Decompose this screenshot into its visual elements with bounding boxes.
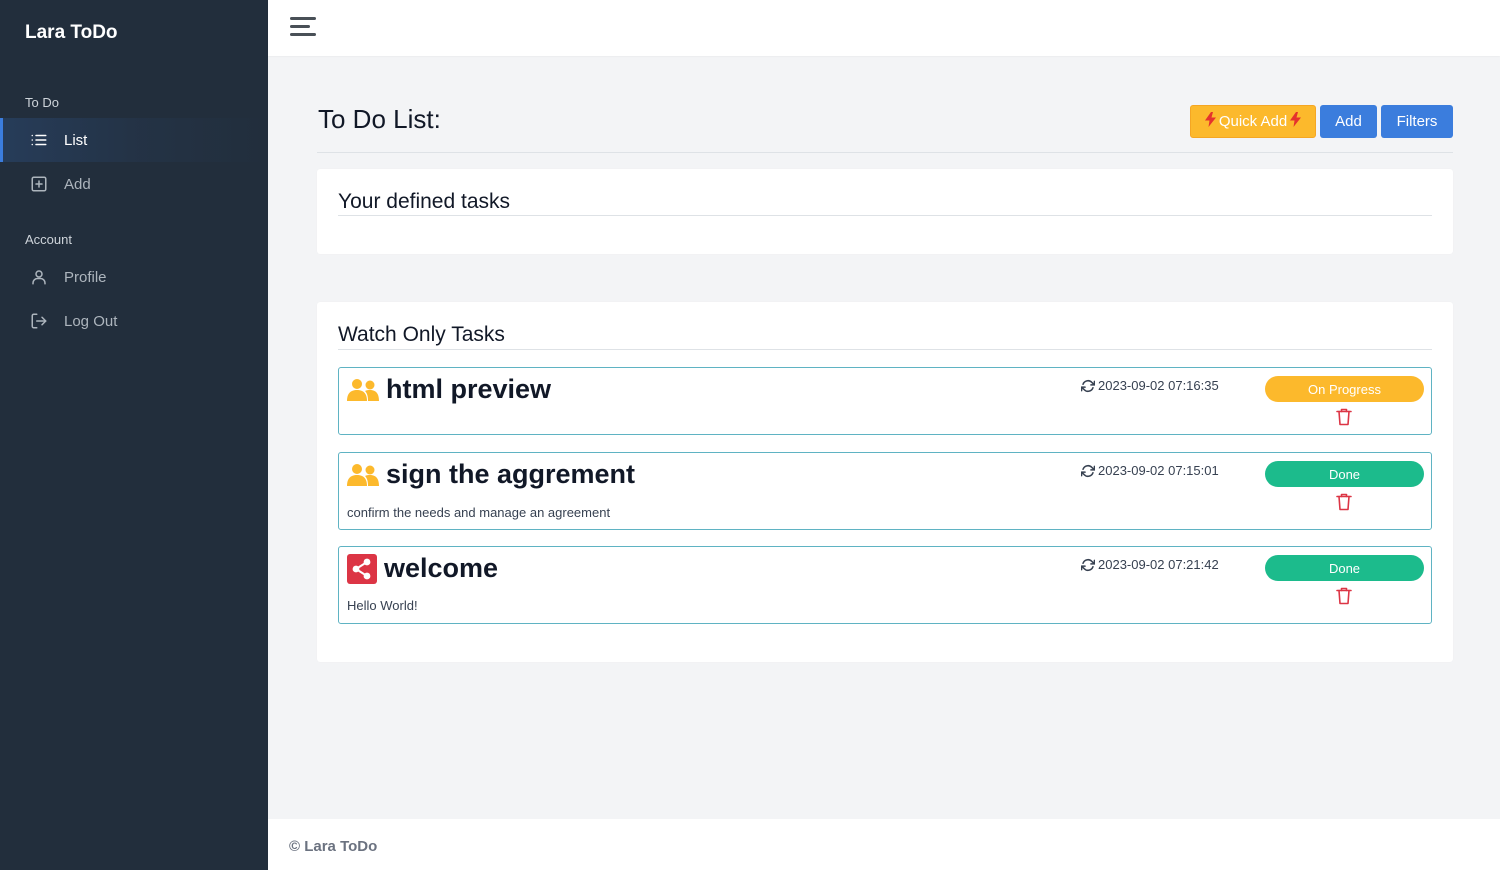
quick-add-label: Quick Add [1218, 113, 1288, 130]
lightning-icon [1204, 112, 1216, 131]
add-button[interactable]: Add [1320, 105, 1377, 138]
quick-add-button[interactable]: Quick Add [1190, 105, 1316, 138]
users-icon [347, 378, 379, 402]
status-badge[interactable]: On Progress [1265, 376, 1424, 402]
card-divider [338, 349, 1432, 350]
task-description: confirm the needs and manage an agreemen… [347, 505, 611, 520]
plus-square-icon [30, 175, 48, 193]
user-icon [30, 268, 48, 286]
list-icon [30, 131, 48, 149]
card-title: Your defined tasks [338, 190, 511, 213]
card-title: Watch Only Tasks [338, 323, 505, 346]
task-timestamp: 2023-09-02 07:21:42 [1081, 557, 1219, 572]
trash-icon[interactable] [1336, 408, 1352, 426]
task-timestamp: 2023-09-02 07:15:01 [1081, 463, 1219, 478]
task-timestamp-text: 2023-09-02 07:15:01 [1098, 463, 1219, 478]
task-description: Hello World! [347, 598, 418, 613]
sidebar-item-label: Profile [64, 268, 107, 286]
task-title-text: welcome [384, 553, 499, 583]
task-timestamp-text: 2023-09-02 07:21:42 [1098, 557, 1219, 572]
task-title: html preview [347, 374, 551, 405]
sidebar: Lara ToDo To Do List Add Account Profile… [0, 0, 268, 870]
task-title: sign the aggrement [347, 459, 635, 490]
task-title-text: sign the aggrement [386, 459, 636, 489]
filters-button[interactable]: Filters [1381, 105, 1453, 138]
sidebar-item-logout[interactable]: Log Out [0, 299, 268, 343]
sidebar-item-label: List [64, 131, 88, 149]
top-navbar [268, 0, 1500, 56]
sidebar-item-label: Log Out [64, 312, 118, 330]
refresh-icon [1081, 558, 1095, 571]
task-title-text: html preview [386, 374, 552, 404]
users-icon [347, 463, 379, 487]
card-divider [338, 215, 1432, 216]
sidebar-section-account: Account [25, 232, 72, 247]
defined-tasks-card: Your defined tasks [317, 169, 1453, 254]
task-item[interactable]: html preview 2023-09-02 07:16:35 On Prog… [338, 367, 1432, 435]
task-item[interactable]: welcome Hello World! 2023-09-02 07:21:42… [338, 546, 1432, 624]
status-badge[interactable]: Done [1265, 555, 1424, 581]
task-title: welcome [347, 553, 498, 584]
sidebar-item-list[interactable]: List [0, 118, 268, 162]
hamburger-menu-icon[interactable] [290, 17, 316, 39]
refresh-icon [1081, 464, 1095, 477]
brand-title[interactable]: Lara ToDo [25, 22, 118, 44]
trash-icon[interactable] [1336, 493, 1352, 511]
status-badge[interactable]: Done [1265, 461, 1424, 487]
task-item[interactable]: sign the aggrement confirm the needs and… [338, 452, 1432, 530]
lightning-icon [1290, 112, 1302, 131]
task-timestamp-text: 2023-09-02 07:16:35 [1098, 378, 1219, 393]
sidebar-item-profile[interactable]: Profile [0, 255, 268, 299]
share-icon [347, 553, 377, 584]
trash-icon[interactable] [1336, 587, 1352, 605]
sidebar-item-label: Add [64, 175, 91, 193]
watch-only-tasks-card: Watch Only Tasks html preview 2023-09-02… [317, 302, 1453, 662]
sidebar-section-todo: To Do [25, 95, 59, 110]
page-title: To Do List: [318, 104, 441, 134]
title-divider [317, 152, 1453, 153]
task-timestamp: 2023-09-02 07:16:35 [1081, 378, 1219, 393]
sidebar-item-add[interactable]: Add [0, 162, 268, 206]
log-out-icon [30, 312, 48, 330]
footer-copyright: © Lara ToDo [289, 838, 378, 855]
footer: © Lara ToDo [268, 819, 1500, 870]
refresh-icon [1081, 379, 1095, 392]
